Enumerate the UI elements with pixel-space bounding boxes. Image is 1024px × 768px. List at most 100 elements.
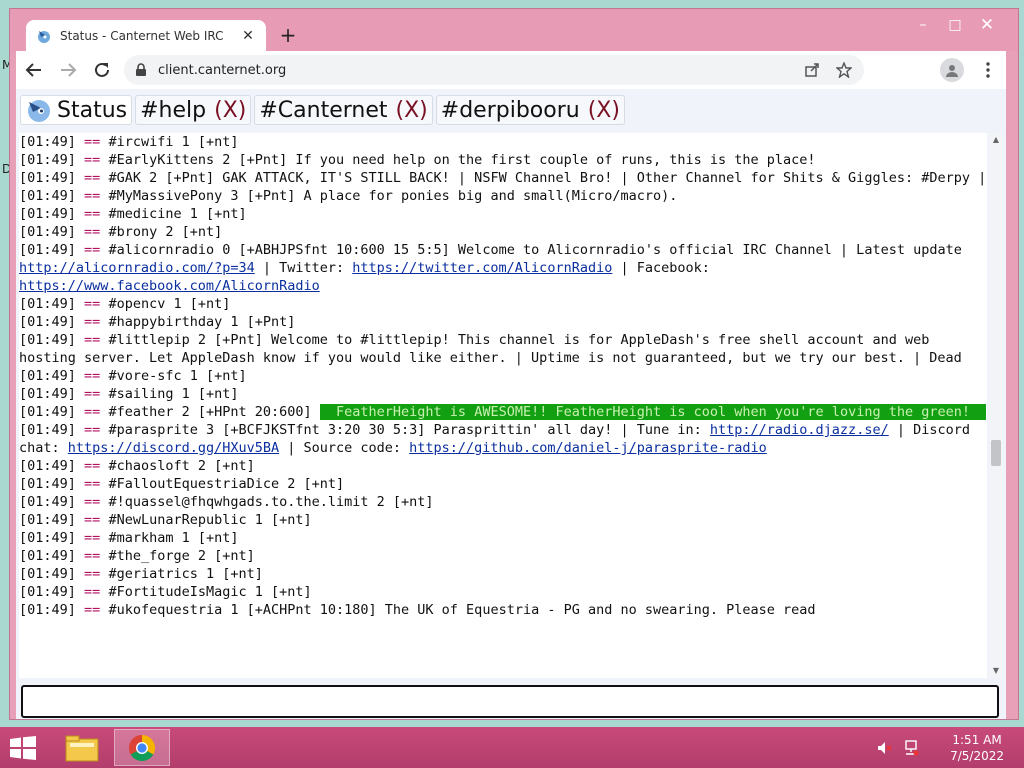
log-separator: == bbox=[84, 188, 101, 204]
log-separator: == bbox=[84, 422, 101, 438]
log-line: [01:49] == #happybirthday 1 [+Pnt] bbox=[19, 313, 987, 331]
log-link[interactable]: https://github.com/daniel-j/parasprite-r… bbox=[409, 440, 767, 456]
close-window-button[interactable]: ✕ bbox=[972, 13, 1002, 37]
irc-tab-label: Status bbox=[57, 97, 128, 123]
log-separator: == bbox=[84, 242, 101, 258]
log-timestamp: [01:49] bbox=[19, 170, 76, 186]
irc-tab-label: #derpibooru bbox=[440, 97, 580, 123]
log-separator: == bbox=[84, 368, 101, 384]
log-link[interactable]: http://alicornradio.com/?p=34 bbox=[19, 260, 255, 276]
browser-titlebar[interactable]: Status - Canternet Web IRC ✕ + – □ ✕ bbox=[10, 9, 1018, 51]
bookmark-star-icon[interactable] bbox=[834, 60, 854, 80]
log-highlight-text: FeatherHeight is AWESOME!! FeatherHeight… bbox=[319, 404, 987, 420]
menu-dots-icon[interactable] bbox=[978, 58, 998, 82]
scrollbar-thumb[interactable] bbox=[991, 440, 1001, 466]
log-message-text: #MyMassivePony 3 [+Pnt] A place for poni… bbox=[100, 188, 678, 204]
log-separator: == bbox=[84, 404, 101, 420]
scroll-up-arrow-icon[interactable]: ▲ bbox=[989, 133, 1003, 147]
log-link[interactable]: http://radio.djazz.se/ bbox=[710, 422, 889, 438]
reload-button[interactable] bbox=[86, 54, 118, 86]
taskbar-chrome[interactable] bbox=[114, 729, 170, 766]
log-timestamp: [01:49] bbox=[19, 602, 76, 618]
log-timestamp: [01:49] bbox=[19, 530, 76, 546]
log-message-text: | Twitter: bbox=[254, 260, 353, 276]
irc-tab-canternet[interactable]: #Canternet (X) bbox=[254, 95, 433, 125]
maximize-button[interactable]: □ bbox=[940, 13, 970, 37]
irc-message-log[interactable]: [01:49] == #ircwifi 1 [+nt] [01:49] == #E… bbox=[19, 133, 987, 678]
reload-icon bbox=[95, 62, 109, 77]
log-separator: == bbox=[84, 566, 101, 582]
log-link[interactable]: https://www.facebook.com/AlicornRadio bbox=[19, 278, 320, 294]
log-timestamp: [01:49] bbox=[19, 494, 76, 510]
irc-tab-derpibooru[interactable]: #derpibooru (X) bbox=[435, 95, 625, 125]
browser-toolbar: client.canternet.org bbox=[16, 51, 1006, 89]
log-separator: == bbox=[84, 458, 101, 474]
profile-avatar-icon[interactable] bbox=[940, 58, 964, 82]
log-message-text: #sailing 1 [+nt] bbox=[100, 386, 239, 402]
log-separator: == bbox=[84, 476, 101, 492]
log-line: [01:49] == #GAK 2 [+Pnt] GAK ATTACK, IT'… bbox=[19, 169, 987, 187]
log-line: [01:49] == #FortitudeIsMagic 1 [+nt] bbox=[19, 583, 987, 601]
forward-arrow-icon bbox=[61, 63, 77, 77]
log-line: [01:49] == #vore-sfc 1 [+nt] bbox=[19, 367, 987, 385]
chrome-icon bbox=[128, 734, 156, 761]
log-message-text: #chaosloft 2 [+nt] bbox=[100, 458, 255, 474]
irc-tab-status[interactable]: Status bbox=[20, 95, 133, 125]
irc-tab-label: #Canternet bbox=[259, 97, 388, 123]
log-message-text: #ukofequestria 1 [+ACHPnt 10:180] The UK… bbox=[100, 602, 816, 618]
share-icon[interactable] bbox=[802, 60, 822, 80]
log-link[interactable]: https://twitter.com/AlicornRadio bbox=[352, 260, 612, 276]
browser-window: Status - Canternet Web IRC ✕ + – □ ✕ cli… bbox=[10, 9, 1018, 719]
scroll-down-arrow-icon[interactable]: ▼ bbox=[989, 664, 1003, 678]
forward-button[interactable] bbox=[52, 54, 84, 86]
clock-date: 7/5/2022 bbox=[950, 748, 1004, 763]
taskbar-file-explorer[interactable] bbox=[54, 729, 110, 766]
log-line: [01:49] == #the_forge 2 [+nt] bbox=[19, 547, 987, 565]
log-line: [01:49] == #ircwifi 1 [+nt] bbox=[19, 133, 987, 151]
log-line: [01:49] == #ukofequestria 1 [+ACHPnt 10:… bbox=[19, 601, 987, 619]
irc-tab-close-button[interactable]: (X) bbox=[214, 98, 246, 123]
log-separator: == bbox=[84, 332, 101, 348]
windows-start-icon[interactable] bbox=[8, 736, 38, 760]
log-line: [01:49] == #FalloutEquestriaDice 2 [+nt] bbox=[19, 475, 987, 493]
irc-tab-help[interactable]: #help (X) bbox=[135, 95, 252, 125]
irc-tab-close-button[interactable]: (X) bbox=[396, 98, 428, 123]
log-message-text: #alicornradio 0 [+ABHJPSfnt 10:600 15 5:… bbox=[100, 242, 970, 258]
minimize-button[interactable]: – bbox=[908, 13, 938, 37]
log-message-text: #opencv 1 [+nt] bbox=[100, 296, 231, 312]
log-message-text: #!quassel@fhqwhgads.to.the.limit 2 [+nt] bbox=[100, 494, 434, 510]
log-timestamp: [01:49] bbox=[19, 458, 76, 474]
close-icon[interactable]: ✕ bbox=[240, 28, 256, 44]
log-message-text: #markham 1 [+nt] bbox=[100, 530, 239, 546]
log-separator: == bbox=[84, 152, 101, 168]
network-icon[interactable] bbox=[902, 739, 920, 757]
log-timestamp: [01:49] bbox=[19, 224, 76, 240]
log-separator: == bbox=[84, 530, 101, 546]
back-button[interactable] bbox=[18, 54, 50, 86]
log-line: [01:49] == #MyMassivePony 3 [+Pnt] A pla… bbox=[19, 187, 987, 205]
log-timestamp: [01:49] bbox=[19, 152, 76, 168]
log-line: [01:49] == #parasprite 3 [+BCFJKSTfnt 3:… bbox=[19, 421, 987, 457]
system-clock[interactable]: 1:51 AM 7/5/2022 bbox=[950, 732, 1004, 764]
message-input[interactable] bbox=[21, 685, 999, 718]
speaker-muted-icon[interactable] bbox=[876, 739, 894, 757]
log-line: [01:49] == #NewLunarRepublic 1 [+nt] bbox=[19, 511, 987, 529]
address-bar[interactable]: client.canternet.org bbox=[124, 55, 864, 85]
browser-tab-status[interactable]: Status - Canternet Web IRC ✕ bbox=[26, 20, 266, 51]
log-message-text: #medicine 1 [+nt] bbox=[100, 206, 247, 222]
log-line: [01:49] == #brony 2 [+nt] bbox=[19, 223, 987, 241]
log-message-text: #FalloutEquestriaDice 2 [+nt] bbox=[100, 476, 345, 492]
log-message-text: #parasprite 3 [+BCFJKSTfnt 3:20 30 5:3] … bbox=[100, 422, 710, 438]
irc-tab-close-button[interactable]: (X) bbox=[588, 98, 620, 123]
log-message-text: #geriatrics 1 [+nt] bbox=[100, 566, 263, 582]
log-message-text: #vore-sfc 1 [+nt] bbox=[100, 368, 247, 384]
log-line: [01:49] == #markham 1 [+nt] bbox=[19, 529, 987, 547]
new-tab-button[interactable]: + bbox=[276, 23, 300, 47]
irc-client-page: Status #help (X) #Canternet (X) #derpibo… bbox=[16, 89, 1006, 719]
log-timestamp: [01:49] bbox=[19, 566, 76, 582]
clock-time: 1:51 AM bbox=[952, 732, 1002, 747]
log-link[interactable]: https://discord.gg/HXuv5BA bbox=[68, 440, 279, 456]
log-scrollbar[interactable]: ▲ ▼ bbox=[989, 133, 1003, 678]
lock-icon bbox=[136, 63, 146, 76]
log-separator: == bbox=[84, 224, 101, 240]
